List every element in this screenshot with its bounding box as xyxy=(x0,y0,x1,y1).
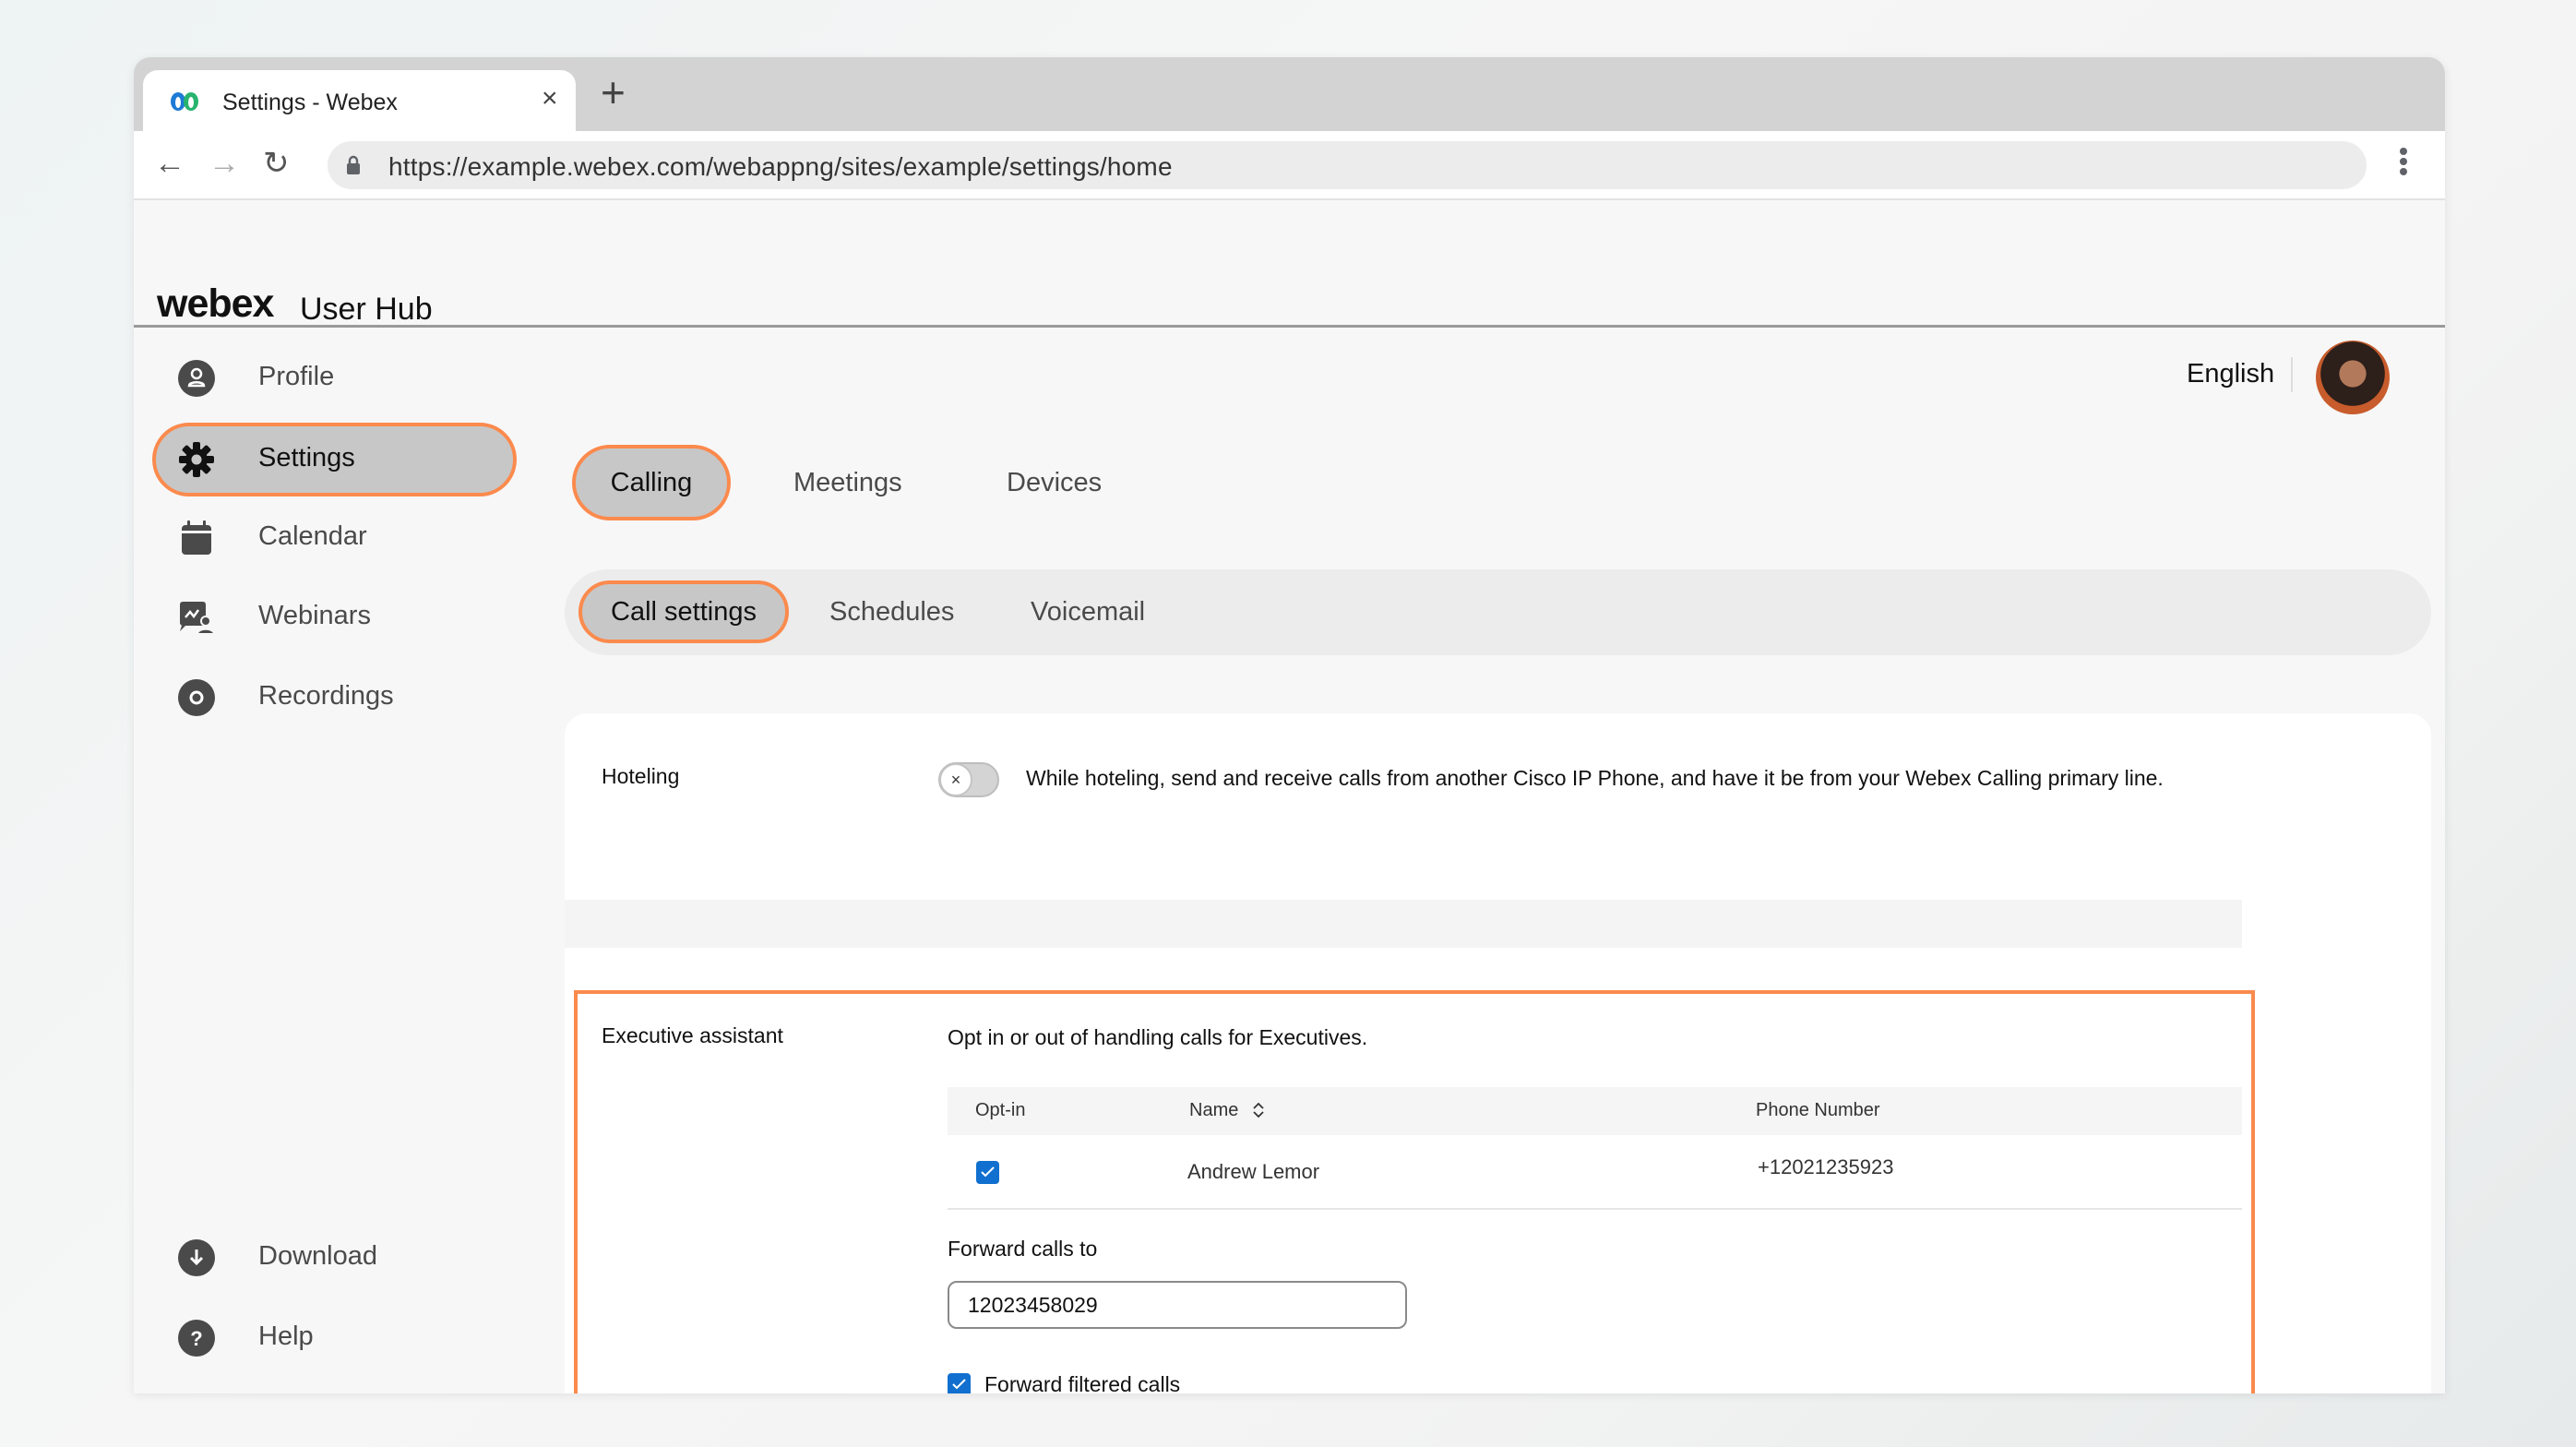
lock-icon xyxy=(347,155,360,174)
settings-card: Hoteling × While hoteling, send and rece… xyxy=(565,713,2431,1393)
toggle-off-icon: × xyxy=(939,763,972,796)
sidebar-item-label: Settings xyxy=(258,443,355,472)
sidebar-item-label: Calendar xyxy=(258,521,367,551)
profile-icon xyxy=(178,360,215,397)
divider xyxy=(2291,357,2293,392)
subtab-bar: Call settings Schedules Voicemail xyxy=(565,569,2431,655)
forward-filtered-checkbox[interactable] xyxy=(948,1373,971,1393)
app-header: webex User Hub xyxy=(134,200,2445,328)
back-arrow-icon[interactable]: ← xyxy=(154,148,185,179)
forward-arrow-icon[interactable]: → xyxy=(209,148,240,179)
hoteling-label: Hoteling xyxy=(602,764,680,788)
checkmark-icon xyxy=(981,1166,995,1178)
product-name: User Hub xyxy=(300,292,433,327)
table-row: Andrew Lemor +12021235923 xyxy=(948,1135,2242,1210)
browser-menu-icon[interactable] xyxy=(2399,148,2408,185)
browser-tab-bar: Settings - Webex × + xyxy=(134,57,2445,135)
sidebar-item-profile[interactable]: Profile xyxy=(152,341,517,415)
sidebar-item-recordings[interactable]: Recordings xyxy=(152,661,517,735)
browser-window: Settings - Webex × + ← → ↻ https://examp… xyxy=(134,57,2445,1393)
checkmark-icon xyxy=(952,1379,966,1390)
subtab-voicemail[interactable]: Voicemail xyxy=(1031,580,1145,643)
reload-icon[interactable]: ↻ xyxy=(263,148,290,179)
executive-assistant-description: Opt in or out of handling calls for Exec… xyxy=(948,1025,1368,1049)
subtab-call-settings[interactable]: Call settings xyxy=(578,580,789,643)
section-divider xyxy=(565,900,2242,948)
column-opt-in: Opt-in xyxy=(975,1100,1026,1120)
browser-tab[interactable]: Settings - Webex × xyxy=(143,70,576,135)
sidebar-item-help[interactable]: ? Help xyxy=(152,1301,517,1375)
column-name[interactable]: Name xyxy=(1189,1100,1238,1121)
opt-in-checkbox[interactable] xyxy=(976,1161,999,1184)
gear-icon xyxy=(179,442,214,477)
webex-logo-icon xyxy=(171,92,198,111)
hoteling-toggle[interactable]: × xyxy=(938,762,999,797)
executive-phone: +12021235923 xyxy=(1758,1155,1894,1178)
column-phone-number: Phone Number xyxy=(1756,1100,1880,1120)
recording-icon xyxy=(178,679,215,716)
sidebar-item-settings[interactable]: Settings xyxy=(152,423,517,496)
webex-logo: webex xyxy=(157,281,274,326)
new-tab-button[interactable]: + xyxy=(601,71,626,114)
sort-icon[interactable] xyxy=(1252,1100,1265,1120)
close-tab-icon[interactable]: × xyxy=(542,85,558,113)
tab-calling[interactable]: Calling xyxy=(572,445,731,520)
svg-text:?: ? xyxy=(190,1327,202,1350)
webinar-icon xyxy=(180,602,215,635)
executive-assistant-label: Executive assistant xyxy=(602,1023,783,1047)
language-selector[interactable]: English xyxy=(2187,359,2274,389)
subtab-schedules[interactable]: Schedules xyxy=(829,580,954,643)
tab-meetings[interactable]: Meetings xyxy=(793,445,902,520)
sidebar-item-label: Webinars xyxy=(258,601,371,630)
address-bar-row: ← → ↻ https://example.webex.com/webappng… xyxy=(134,131,2445,200)
url-bar[interactable]: https://example.webex.com/webappng/sites… xyxy=(328,141,2367,189)
hoteling-description: While hoteling, send and receive calls f… xyxy=(1026,766,2164,790)
executive-name: Andrew Lemor xyxy=(1187,1160,1320,1183)
sidebar-item-label: Help xyxy=(258,1321,314,1351)
tab-title: Settings - Webex xyxy=(222,90,398,115)
sidebar-item-download[interactable]: Download xyxy=(152,1221,517,1295)
help-icon: ? xyxy=(178,1320,215,1357)
tab-devices[interactable]: Devices xyxy=(1007,445,1102,520)
executives-table-header: Opt-in Name Phone Number xyxy=(948,1087,2242,1135)
forward-calls-input[interactable]: 12023458029 xyxy=(948,1281,1407,1329)
sidebar-item-calendar[interactable]: Calendar xyxy=(152,501,517,575)
sidebar-item-webinars[interactable]: Webinars xyxy=(152,580,517,654)
sidebar-item-label: Download xyxy=(258,1241,377,1271)
calendar-icon xyxy=(182,520,211,555)
download-icon xyxy=(178,1239,215,1276)
avatar[interactable] xyxy=(2316,341,2390,414)
sidebar-item-label: Recordings xyxy=(258,681,394,711)
forward-calls-label: Forward calls to xyxy=(948,1237,1098,1261)
sidebar-item-label: Profile xyxy=(258,362,335,391)
forward-filtered-label: Forward filtered calls xyxy=(984,1372,1181,1393)
url-text: https://example.webex.com/webappng/sites… xyxy=(388,152,1173,181)
